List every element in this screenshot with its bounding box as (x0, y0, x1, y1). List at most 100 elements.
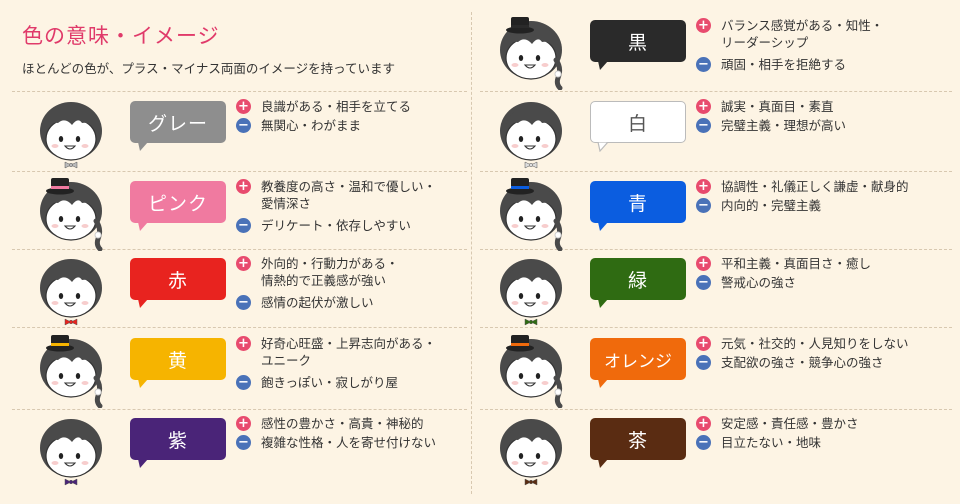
minus-icon: − (236, 218, 251, 233)
negative-meaning: − 完璧主義・理想が高い (696, 117, 846, 134)
positive-text: 教養度の高さ・温和で優しい・ 愛情深さ (261, 179, 437, 211)
color-row: 赤 + 外向的・行動力がある・ 情熱的で正義感が強い − 感情の起伏が激しい (38, 250, 498, 328)
positive-text: 外向的・行動力がある・ 情熱的で正義感が強い (261, 256, 399, 288)
negative-text: 内向的・完璧主義 (721, 198, 822, 213)
bubble-tail (598, 299, 608, 308)
minus-icon: − (696, 198, 711, 213)
color-row: 白 + 誠実・真面目・素直 − 完璧主義・理想が高い (498, 93, 958, 171)
color-row: オレンジ + 元気・社交的・人見知りをしない − 支配欲の強さ・競争心の強さ (498, 330, 958, 409)
plus-icon: + (236, 256, 251, 271)
negative-meaning: − 飽きっぽい・寂しがり屋 (236, 374, 398, 391)
positive-meaning: + 協調性・礼儀正しく謙虚・献身的 (696, 178, 909, 195)
minus-icon: − (236, 295, 251, 310)
color-row: 黄 + 好奇心旺盛・上昇志向がある・ ユニーク − 飽きっぽい・寂しがり屋 (38, 330, 498, 409)
bubble-tail (138, 222, 148, 231)
page-subtitle: ほとんどの色が、プラス・マイナス両面のイメージを持っています (22, 61, 396, 76)
positive-text: 安定感・責任感・豊かさ (721, 416, 859, 431)
plus-icon: + (236, 99, 251, 114)
color-row: グレー + 良識がある・相手を立てる − 無関心・わがまま (38, 93, 498, 171)
bubble-tail (138, 299, 148, 308)
color-name-bubble: 黄 (130, 338, 226, 380)
minus-icon: − (696, 57, 711, 72)
negative-meaning: − デリケート・依存しやすい (236, 217, 411, 234)
bubble-tail (597, 142, 609, 152)
positive-meaning: + 感性の豊かさ・高貴・神秘的 (236, 415, 424, 432)
character-illustration (38, 410, 108, 488)
bubble-tail (598, 61, 608, 70)
plus-icon: + (696, 336, 711, 351)
color-meaning-infographic: 色の意味・イメージ ほとんどの色が、プラス・マイナス両面のイメージを持っています… (0, 0, 960, 504)
plus-icon: + (236, 416, 251, 431)
negative-text: 目立たない・地味 (721, 435, 822, 450)
color-row: 茶 + 安定感・責任感・豊かさ − 目立たない・地味 (498, 410, 958, 488)
bubble-tail (138, 142, 148, 151)
negative-meaning: − 頑固・相手を拒絶する (696, 56, 846, 73)
row-divider (480, 91, 952, 92)
character-illustration (498, 410, 568, 488)
positive-text: 元気・社交的・人見知りをしない (721, 336, 909, 351)
negative-text: 完璧主義・理想が高い (721, 118, 847, 133)
bubble-tail (138, 459, 148, 468)
minus-icon: − (236, 118, 251, 133)
plus-icon: + (236, 179, 251, 194)
negative-meaning: − 目立たない・地味 (696, 434, 821, 451)
negative-meaning: − 警戒心の強さ (696, 274, 796, 291)
color-name-bubble: 青 (590, 181, 686, 223)
character-illustration (498, 173, 568, 252)
color-name-bubble: 白 (590, 101, 686, 143)
row-divider (12, 91, 467, 92)
color-row: ピンク + 教養度の高さ・温和で優しい・ 愛情深さ − デリケート・依存しやすい (38, 173, 498, 252)
color-row: 緑 + 平和主義・真面目さ・癒し − 警戒心の強さ (498, 250, 958, 328)
character-illustration (38, 330, 108, 409)
negative-text: 無関心・わがまま (261, 118, 362, 133)
bubble-tail (598, 379, 608, 388)
plus-icon: + (696, 18, 711, 33)
negative-meaning: − 複雑な性格・人を寄せ付けない (236, 434, 436, 451)
plus-icon: + (696, 256, 711, 271)
positive-text: 良識がある・相手を立てる (261, 99, 412, 114)
character-illustration (38, 93, 108, 171)
character-illustration (498, 250, 568, 328)
row-divider (12, 171, 467, 172)
minus-icon: − (236, 375, 251, 390)
positive-meaning: + 平和主義・真面目さ・癒し (696, 255, 871, 272)
color-name-bubble: 緑 (590, 258, 686, 300)
page-title: 色の意味・イメージ (22, 24, 220, 48)
character-illustration (498, 330, 568, 409)
plus-icon: + (696, 179, 711, 194)
negative-meaning: − 感情の起伏が激しい (236, 294, 374, 311)
positive-text: 誠実・真面目・素直 (721, 99, 834, 114)
negative-meaning: − 内向的・完璧主義 (696, 197, 821, 214)
bubble-tail (598, 222, 608, 231)
positive-text: バランス感覚がある・知性・ リーダーシップ (721, 18, 884, 50)
color-name-bubble: 紫 (130, 418, 226, 460)
minus-icon: − (696, 118, 711, 133)
plus-icon: + (696, 99, 711, 114)
positive-meaning: + 教養度の高さ・温和で優しい・ 愛情深さ (236, 178, 436, 212)
color-row: 紫 + 感性の豊かさ・高貴・神秘的 − 複雑な性格・人を寄せ付けない (38, 410, 498, 488)
positive-meaning: + 安定感・責任感・豊かさ (696, 415, 859, 432)
positive-text: 平和主義・真面目さ・癒し (721, 256, 872, 271)
row-divider (480, 171, 952, 172)
negative-text: 複雑な性格・人を寄せ付けない (261, 435, 437, 450)
negative-meaning: − 支配欲の強さ・競争心の強さ (696, 354, 884, 371)
plus-icon: + (696, 416, 711, 431)
color-name-bubble: 赤 (130, 258, 226, 300)
minus-icon: − (696, 275, 711, 290)
negative-text: 警戒心の強さ (721, 275, 797, 290)
color-name-bubble: 黒 (590, 20, 686, 62)
color-row: 青 + 協調性・礼儀正しく謙虚・献身的 − 内向的・完璧主義 (498, 173, 958, 252)
positive-meaning: + 外向的・行動力がある・ 情熱的で正義感が強い (236, 255, 399, 289)
color-name-bubble: グレー (130, 101, 226, 143)
color-name-bubble: 茶 (590, 418, 686, 460)
positive-meaning: + 誠実・真面目・素直 (696, 98, 834, 115)
minus-icon: − (696, 435, 711, 450)
negative-text: 感情の起伏が激しい (261, 295, 374, 310)
character-illustration (38, 173, 108, 252)
positive-text: 感性の豊かさ・高貴・神秘的 (261, 416, 424, 431)
positive-meaning: + 好奇心旺盛・上昇志向がある・ ユニーク (236, 335, 436, 369)
plus-icon: + (236, 336, 251, 351)
positive-text: 協調性・礼儀正しく謙虚・献身的 (721, 179, 909, 194)
color-row: 黒 + バランス感覚がある・知性・ リーダーシップ − 頑固・相手を拒絶する (498, 12, 958, 91)
negative-text: 支配欲の強さ・競争心の強さ (721, 355, 884, 370)
